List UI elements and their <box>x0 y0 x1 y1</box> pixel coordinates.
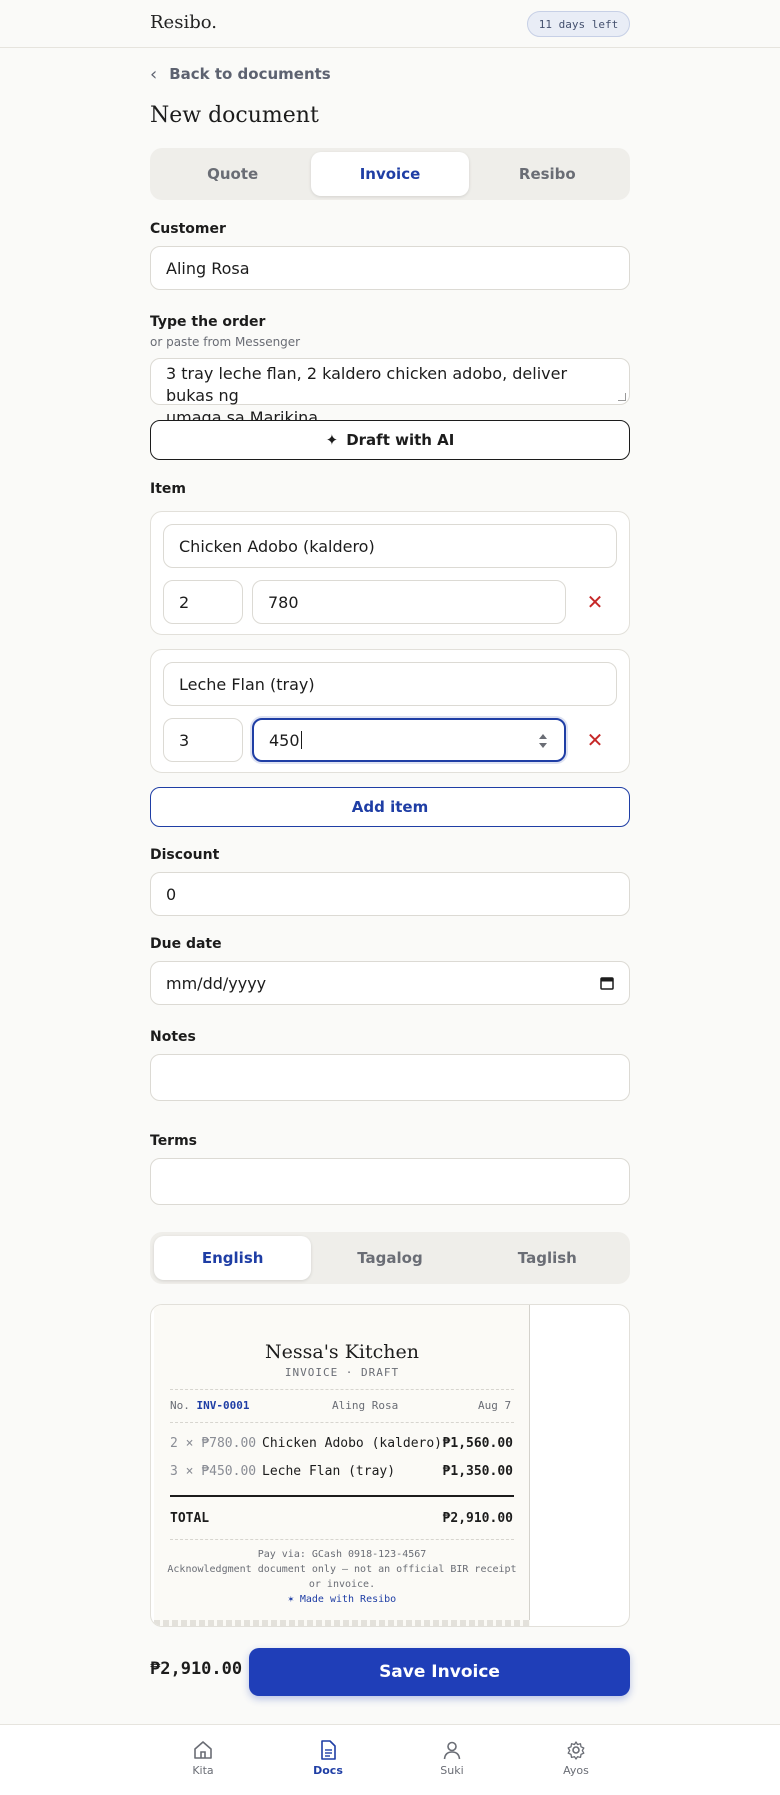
trial-badge: 11 days left <box>527 11 630 37</box>
remove-item-icon[interactable]: ✕ <box>583 728 607 752</box>
add-item-button[interactable]: Add item <box>150 787 630 827</box>
notes-textarea[interactable] <box>150 1054 630 1101</box>
receipt-pay-via: Pay via: GCash 0918-123-4567 <box>257 1549 427 1560</box>
receipt-disclaimer: or invoice. <box>308 1579 376 1590</box>
text-cursor <box>300 731 302 749</box>
footer-total: ₱2,910.00 <box>150 1659 243 1679</box>
item-qty-input[interactable]: 3 <box>163 718 243 762</box>
tab-tagalog[interactable]: Tagalog <box>311 1236 468 1280</box>
notes-label: Notes <box>150 1029 196 1045</box>
receipt-line-amount: ₱1,350.00 <box>442 1464 513 1479</box>
person-icon <box>443 1741 461 1760</box>
receipt-made-with[interactable]: ✶ Made with Resibo <box>154 1594 530 1605</box>
item-name-input[interactable]: Chicken Adobo (kaldero) <box>163 524 617 568</box>
receipt-disclaimer: Acknowledgment document only — not an of… <box>167 1564 517 1575</box>
item-card: Leche Flan (tray) 3 450 ✕ <box>150 649 630 773</box>
language-tabs: English Tagalog Taglish <box>150 1232 630 1284</box>
calendar-icon[interactable] <box>600 976 614 990</box>
nav-item-docs[interactable]: Docs <box>288 1739 368 1777</box>
gear-icon <box>567 1741 585 1760</box>
customer-label: Customer <box>150 221 226 237</box>
receipt-divider <box>170 1389 514 1390</box>
back-link-label: Back to documents <box>169 65 331 83</box>
page-title: New document <box>150 103 319 128</box>
receipt-line-name: Chicken Adobo (kaldero) <box>262 1436 443 1451</box>
save-invoice-button[interactable]: Save Invoice <box>249 1648 630 1696</box>
back-to-documents-link[interactable]: ‹ Back to documents <box>150 62 331 86</box>
terms-textarea[interactable] <box>150 1158 630 1205</box>
brand-logo[interactable]: Resibo. <box>150 12 217 33</box>
remove-item-icon[interactable]: ✕ <box>583 590 607 614</box>
nav-label: Suki <box>440 1764 464 1777</box>
nav-label: Kita <box>192 1764 214 1777</box>
item-qty-input[interactable]: 2 <box>163 580 243 624</box>
receipt-date: Aug 7 <box>478 1399 512 1412</box>
item-card: Chicken Adobo (kaldero) 2 780 ✕ <box>150 511 630 635</box>
receipt-preview: Nessa's Kitchen INVOICE · DRAFT No. INV-… <box>150 1304 630 1627</box>
item-price-input[interactable]: 780 <box>252 580 566 624</box>
item-price-input[interactable]: 450 <box>252 718 566 762</box>
order-text-line: 3 tray leche flan, 2 kaldero chicken ado… <box>166 364 568 405</box>
nav-item-ayos[interactable]: Ayos <box>536 1739 616 1777</box>
order-sublabel: or paste from Messenger <box>150 335 301 349</box>
tab-invoice[interactable]: Invoice <box>311 152 469 196</box>
bottom-nav: Kita Docs Suki Ayos <box>0 1724 780 1795</box>
tab-english[interactable]: English <box>154 1236 312 1280</box>
number-spinner-icon[interactable] <box>538 730 548 752</box>
sparkle-icon: ✦ <box>325 431 339 449</box>
order-textarea[interactable]: 3 tray leche flan, 2 kaldero chicken ado… <box>150 358 630 427</box>
receipt-no-label: No. <box>170 1399 190 1412</box>
receipt-customer: Aling Rosa <box>332 1399 399 1412</box>
receipt-line-qty: 2 × ₱780.00 <box>170 1436 257 1451</box>
nav-item-suki[interactable]: Suki <box>412 1739 492 1777</box>
resize-handle-icon[interactable] <box>618 393 626 401</box>
receipt-divider <box>170 1422 514 1423</box>
doc-type-tabs: Quote Invoice Resibo <box>150 148 630 200</box>
receipt-shop-name: Nessa's Kitchen <box>265 1341 419 1363</box>
tab-taglish[interactable]: Taglish <box>469 1236 626 1280</box>
document-icon <box>321 1740 336 1760</box>
items-label: Item <box>150 481 186 497</box>
terms-label: Terms <box>150 1133 198 1149</box>
receipt-total-label: TOTAL <box>170 1511 210 1526</box>
draft-with-ai-label: Draft with AI <box>346 431 455 449</box>
tab-quote[interactable]: Quote <box>154 152 311 196</box>
receipt-line-name: Leche Flan (tray) <box>262 1464 396 1479</box>
draft-with-ai-button[interactable]: ✦ Draft with AI <box>150 420 630 460</box>
top-bar: Resibo. 11 days left <box>0 0 780 48</box>
receipt-doc-number: No. INV-0001 <box>170 1399 249 1412</box>
due-date-input[interactable]: mm/dd/yyyy <box>150 961 630 1005</box>
nav-item-kita[interactable]: Kita <box>163 1739 243 1777</box>
receipt-divider <box>170 1539 514 1540</box>
receipt-total-value: ₱2,910.00 <box>442 1511 513 1526</box>
item-price-value: 450 <box>269 730 300 750</box>
customer-input[interactable]: Aling Rosa <box>150 246 630 290</box>
chevron-left-icon: ‹ <box>150 63 158 85</box>
tab-resibo[interactable]: Resibo <box>469 152 626 196</box>
receipt-paper: Nessa's Kitchen INVOICE · DRAFT No. INV-… <box>154 1305 530 1626</box>
item-name-input[interactable]: Leche Flan (tray) <box>163 662 617 706</box>
nav-label: Ayos <box>563 1764 589 1777</box>
discount-label: Discount <box>150 847 220 863</box>
receipt-doc-type: INVOICE · DRAFT <box>284 1366 400 1379</box>
due-date-placeholder: mm/dd/yyyy <box>166 973 267 993</box>
due-date-label: Due date <box>150 936 222 952</box>
discount-input[interactable]: 0 <box>150 872 630 916</box>
home-icon <box>194 1741 212 1759</box>
receipt-torn-edge <box>154 1620 530 1626</box>
nav-label: Docs <box>313 1764 343 1777</box>
receipt-no-value: INV-0001 <box>196 1399 250 1412</box>
receipt-line-qty: 3 × ₱450.00 <box>170 1464 257 1479</box>
receipt-line-amount: ₱1,560.00 <box>442 1436 513 1451</box>
order-label: Type the order <box>150 314 266 330</box>
receipt-total-rule <box>170 1495 514 1497</box>
